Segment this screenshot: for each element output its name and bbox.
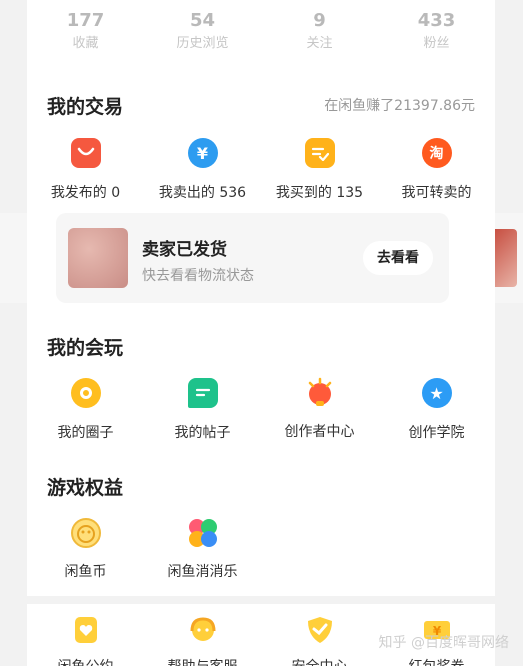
shield-check-icon	[304, 614, 336, 646]
shipment-subtitle: 快去看看物流状态	[142, 268, 254, 284]
view-logistics-button[interactable]: 去看看	[363, 241, 433, 275]
play-item-label: 创作学院	[408, 425, 465, 441]
stat-favorites[interactable]: 177 收藏	[27, 8, 144, 60]
bottom-item-label: 闲鱼公约	[27, 656, 144, 666]
bag-icon	[70, 138, 102, 170]
game-item-coins[interactable]: 闲鱼币	[27, 517, 144, 581]
bottom-item-label: 安全中心	[261, 656, 378, 666]
section-title-games: 游戏权益	[47, 477, 124, 499]
profile-panel: 177 收藏 54 历史浏览 9 关注 433 粉丝 我的交易 在闲鱼赚了213…	[27, 0, 495, 666]
bottom-item-convention[interactable]: 闲鱼公约	[27, 614, 144, 666]
headset-icon	[187, 614, 219, 646]
shield-heart-icon	[70, 614, 102, 646]
trade-item-label: 我买到的 135	[275, 185, 364, 201]
stat-fans[interactable]: 433 粉丝	[378, 8, 495, 60]
bottom-item-security[interactable]: 安全中心	[261, 614, 378, 666]
product-thumbnail	[68, 228, 128, 288]
stat-label: 关注	[306, 36, 333, 51]
coin-icon	[70, 517, 102, 549]
stat-value: 9	[313, 10, 326, 31]
play-item-circles[interactable]: 我的圈子	[27, 377, 144, 442]
stat-value: 54	[189, 10, 216, 31]
play-item-creator-academy[interactable]: ★ 创作学院	[378, 377, 495, 442]
play-item-posts[interactable]: 我的帖子	[144, 377, 261, 442]
post-icon	[187, 378, 219, 410]
stat-value: 177	[66, 10, 105, 31]
shipment-title: 卖家已发货	[142, 240, 227, 260]
game-item-label: 闲鱼消消乐	[167, 564, 238, 580]
trade-item-sold[interactable]: ¥ 我卖出的 536	[144, 137, 261, 202]
section-title-trade: 我的交易	[47, 96, 124, 118]
order-check-icon	[304, 138, 336, 170]
earned-summary-link[interactable]: 在闲鱼赚了21397.86元	[324, 95, 475, 115]
play-item-label: 我的圈子	[57, 425, 114, 441]
stat-label: 收藏	[72, 36, 99, 51]
bulb-icon	[304, 377, 336, 409]
section-title-play: 我的会玩	[47, 337, 124, 359]
watermark: 知乎 @百度晖哥网络	[378, 635, 509, 651]
shipment-status-card[interactable]: 卖家已发货 快去看看物流状态 去看看	[56, 213, 449, 303]
bottom-item-label: 帮助与客服	[144, 656, 261, 666]
star-badge-icon: ★	[421, 378, 453, 410]
stat-following[interactable]: 9 关注	[261, 8, 378, 60]
game-item-match[interactable]: 闲鱼消消乐	[144, 517, 261, 581]
yen-icon: ¥	[187, 138, 219, 170]
trade-item-label: 我发布的 0	[50, 185, 121, 201]
stat-label: 历史浏览	[176, 36, 229, 51]
trade-item-bought[interactable]: 我买到的 135	[261, 137, 378, 202]
circle-icon	[70, 378, 102, 410]
stat-history[interactable]: 54 历史浏览	[144, 8, 261, 60]
tao-icon: 淘	[421, 138, 453, 170]
stats-row: 177 收藏 54 历史浏览 9 关注 433 粉丝	[27, 8, 495, 60]
bottom-item-help[interactable]: 帮助与客服	[144, 614, 261, 666]
trade-item-label: 我可转卖的	[401, 185, 472, 201]
play-item-creator-center[interactable]: 创作者中心	[261, 377, 378, 442]
trade-item-label: 我卖出的 536	[158, 185, 247, 201]
play-grid: 我的圈子 我的帖子 创作者中心 ★ 创作学院	[27, 377, 495, 442]
bottom-item-label: 红包奖券	[378, 656, 495, 666]
stat-label: 粉丝	[423, 36, 450, 51]
games-grid: 闲鱼币 闲鱼消消乐	[27, 517, 495, 581]
play-item-label: 我的帖子	[174, 425, 231, 441]
stat-value: 433	[417, 10, 456, 31]
play-item-label: 创作者中心	[284, 424, 355, 440]
trade-item-published[interactable]: 我发布的 0	[27, 137, 144, 202]
trade-item-resellable[interactable]: 淘 我可转卖的	[378, 137, 495, 202]
clover-icon	[187, 517, 219, 549]
trade-grid: 我发布的 0 ¥ 我卖出的 536 我买到的 135 淘 我可转卖的	[27, 137, 495, 202]
game-item-label: 闲鱼币	[64, 564, 107, 580]
